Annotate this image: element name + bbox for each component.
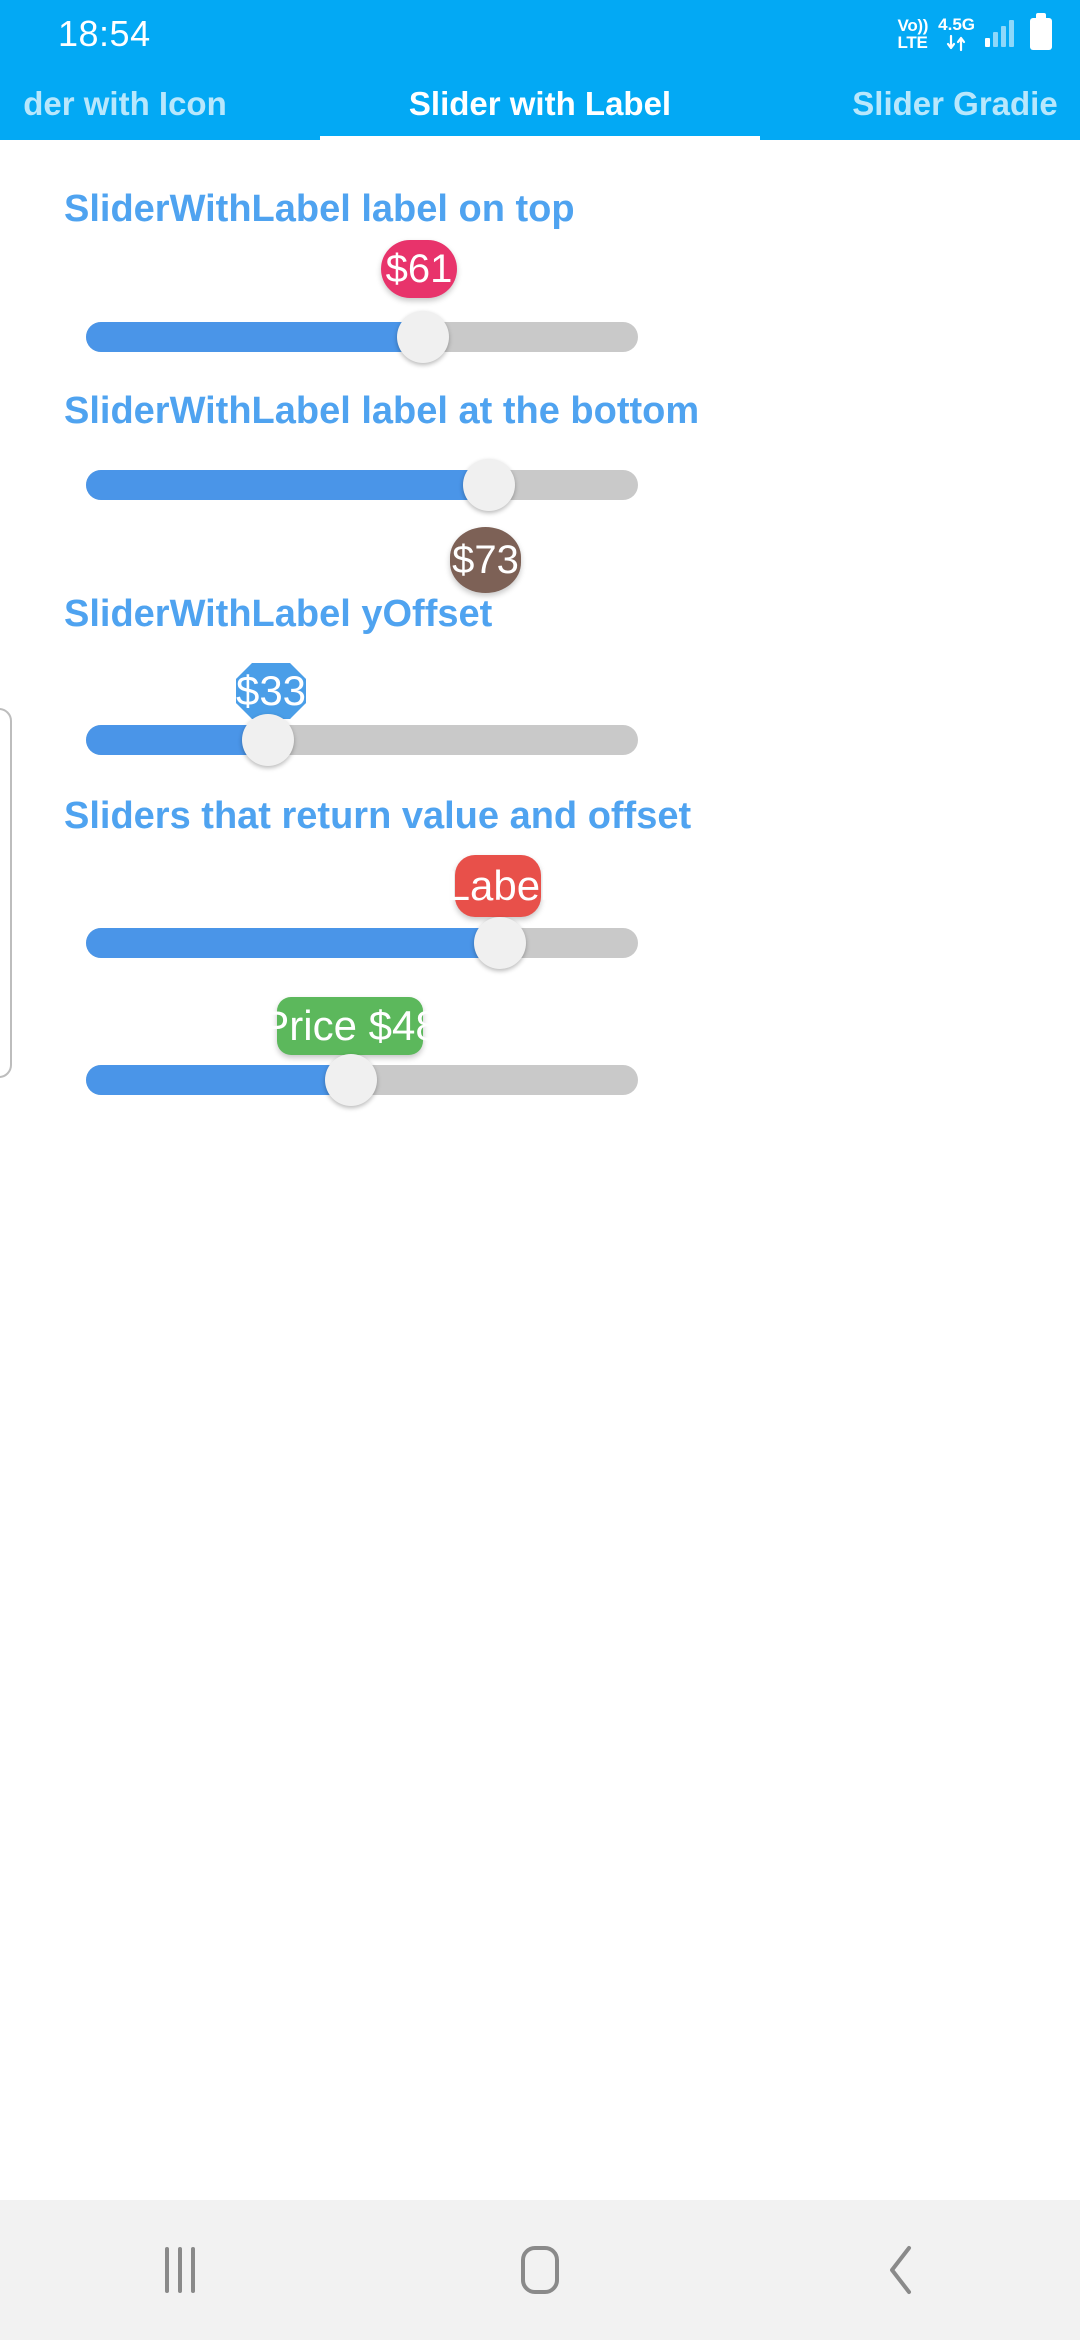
slider-badge-61: $61 xyxy=(381,240,457,298)
volte-icon: Vo)) LTE xyxy=(898,17,929,51)
slider-value-offset-a[interactable] xyxy=(86,917,638,969)
section-title-label-on-top: SliderWithLabel label on top xyxy=(64,188,575,230)
recents-icon xyxy=(165,2247,195,2293)
tab-slider-with-icon[interactable]: der with Icon xyxy=(0,68,290,140)
slider-fill xyxy=(86,928,500,958)
volte-line2: LTE xyxy=(897,33,928,52)
tab-slider-gradient[interactable]: Slider Gradie xyxy=(790,68,1080,140)
slider-fill xyxy=(86,470,489,500)
tab-bar: der with Icon Slider with Label Slider G… xyxy=(0,68,1080,140)
back-icon xyxy=(883,2242,917,2298)
slider-thumb[interactable] xyxy=(324,1054,377,1106)
slider-badge-label: Label xyxy=(447,855,549,917)
volte-line1: Vo)) xyxy=(897,16,929,35)
slider-badge-33: $33 xyxy=(236,663,306,719)
slider-thumb[interactable] xyxy=(242,714,295,766)
slider-fill xyxy=(86,322,423,352)
recents-button[interactable] xyxy=(90,2200,270,2340)
signal-bars-icon xyxy=(985,20,1014,47)
slider-label-at-bottom[interactable] xyxy=(86,459,638,511)
edge-outline-decoration xyxy=(0,708,12,1078)
section-title-label-at-bottom: SliderWithLabel label at the bottom xyxy=(64,390,700,432)
data-transfer-arrows-icon xyxy=(944,34,970,52)
slider-thumb[interactable] xyxy=(396,311,449,363)
slider-thumb[interactable] xyxy=(474,917,526,969)
network-indicator: 4.5G xyxy=(938,16,975,52)
slider-badge-73: $73 xyxy=(450,527,521,593)
slider-thumb[interactable] xyxy=(462,459,515,511)
tab-slider-with-label[interactable]: Slider with Label xyxy=(320,68,760,140)
status-icon-group: Vo)) LTE 4.5G xyxy=(898,16,1052,52)
slider-yoffset[interactable] xyxy=(86,714,638,766)
network-label: 4.5G xyxy=(938,15,975,34)
home-button[interactable] xyxy=(450,2200,630,2340)
content-area: SliderWithLabel label on top $61 SliderW… xyxy=(0,140,1080,2200)
slider-value-offset-b[interactable] xyxy=(86,1054,638,1106)
phone-screen: 18:54 Vo)) LTE 4.5G der with Icon Slider… xyxy=(0,0,1080,2340)
status-bar: 18:54 Vo)) LTE 4.5G xyxy=(0,0,1080,68)
home-icon xyxy=(521,2246,559,2294)
slider-label-on-top[interactable] xyxy=(86,311,638,363)
section-title-yoffset: SliderWithLabel yOffset xyxy=(64,593,493,635)
battery-full-icon xyxy=(1030,18,1052,50)
back-button[interactable] xyxy=(810,2200,990,2340)
slider-badge-price: Price $48 xyxy=(261,997,439,1055)
slider-fill xyxy=(86,1065,351,1095)
status-clock: 18:54 xyxy=(58,13,151,54)
section-title-value-and-offset: Sliders that return value and offset xyxy=(64,795,692,837)
bottom-navigation-bar xyxy=(0,2200,1080,2340)
slider-fill xyxy=(86,725,269,755)
